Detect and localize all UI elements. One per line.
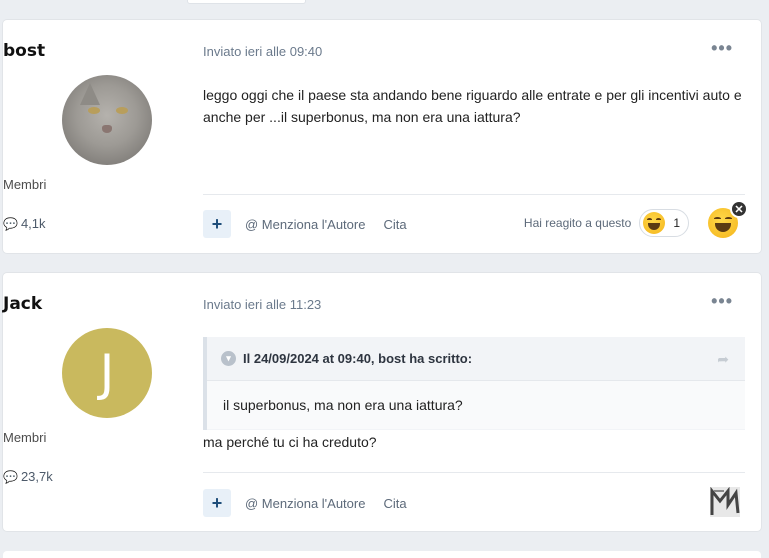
reaction-summary[interactable]: 1 — [639, 209, 689, 237]
reaction-count: 1 — [673, 216, 680, 230]
post-count: 💬 23,7k — [3, 469, 53, 484]
post: bost Membri 💬 4,1k Inviato ieri alle 09:4… — [3, 20, 761, 253]
reacted-label[interactable]: Hai reagito a questo — [524, 216, 631, 230]
author-name[interactable]: Jack — [3, 294, 203, 314]
avatar[interactable]: J — [62, 328, 152, 418]
share-arrow-icon[interactable]: ➦ — [717, 351, 729, 368]
mention-author-link[interactable]: @ Menziona l'Autore — [245, 496, 365, 511]
post-content: ma perché tu ci ha creduto? — [203, 434, 377, 450]
member-role: Membri — [3, 430, 47, 445]
post-content: leggo oggi che il paese sta andando bene… — [203, 87, 742, 125]
member-role: Membri — [3, 177, 47, 192]
more-options-button[interactable]: ••• — [711, 38, 733, 59]
quote-link[interactable]: Cita — [383, 496, 406, 511]
remove-reaction-icon[interactable]: ✕ — [730, 200, 748, 218]
post-count: 💬 4,1k — [3, 216, 46, 231]
comment-icon: 💬 — [3, 470, 18, 484]
post-date[interactable]: Inviato ieri alle 11:23 — [203, 297, 321, 312]
reaction-logo-icon[interactable] — [710, 487, 740, 517]
mention-author-link[interactable]: @ Menziona l'Autore — [245, 217, 365, 232]
quote-text: il superbonus, ma non era una iattura? — [207, 381, 745, 429]
quote-link[interactable]: Cita — [383, 217, 406, 232]
laughing-emoji-icon — [643, 212, 666, 234]
top-tab — [187, 0, 306, 4]
chevron-down-icon[interactable]: ▾ — [221, 351, 236, 366]
author-name[interactable]: bost — [3, 41, 203, 61]
quote-block: ▾ Il 24/09/2024 at 09:40, bost ha scritt… — [203, 337, 745, 430]
next-post — [3, 551, 761, 558]
quote-header[interactable]: ▾ Il 24/09/2024 at 09:40, bost ha scritt… — [207, 337, 745, 381]
comment-icon: 💬 — [3, 217, 18, 231]
react-button[interactable]: ✕ — [708, 200, 748, 240]
multiquote-button[interactable]: + — [203, 489, 231, 517]
post-date[interactable]: Inviato ieri alle 09:40 — [203, 44, 322, 59]
post: Jack J Membri 💬 23,7k Inviato ieri alle 1… — [3, 273, 761, 531]
avatar[interactable] — [62, 75, 152, 165]
multiquote-button[interactable]: + — [203, 210, 231, 238]
more-options-button[interactable]: ••• — [711, 291, 733, 312]
divider — [203, 194, 745, 195]
divider — [203, 472, 745, 473]
